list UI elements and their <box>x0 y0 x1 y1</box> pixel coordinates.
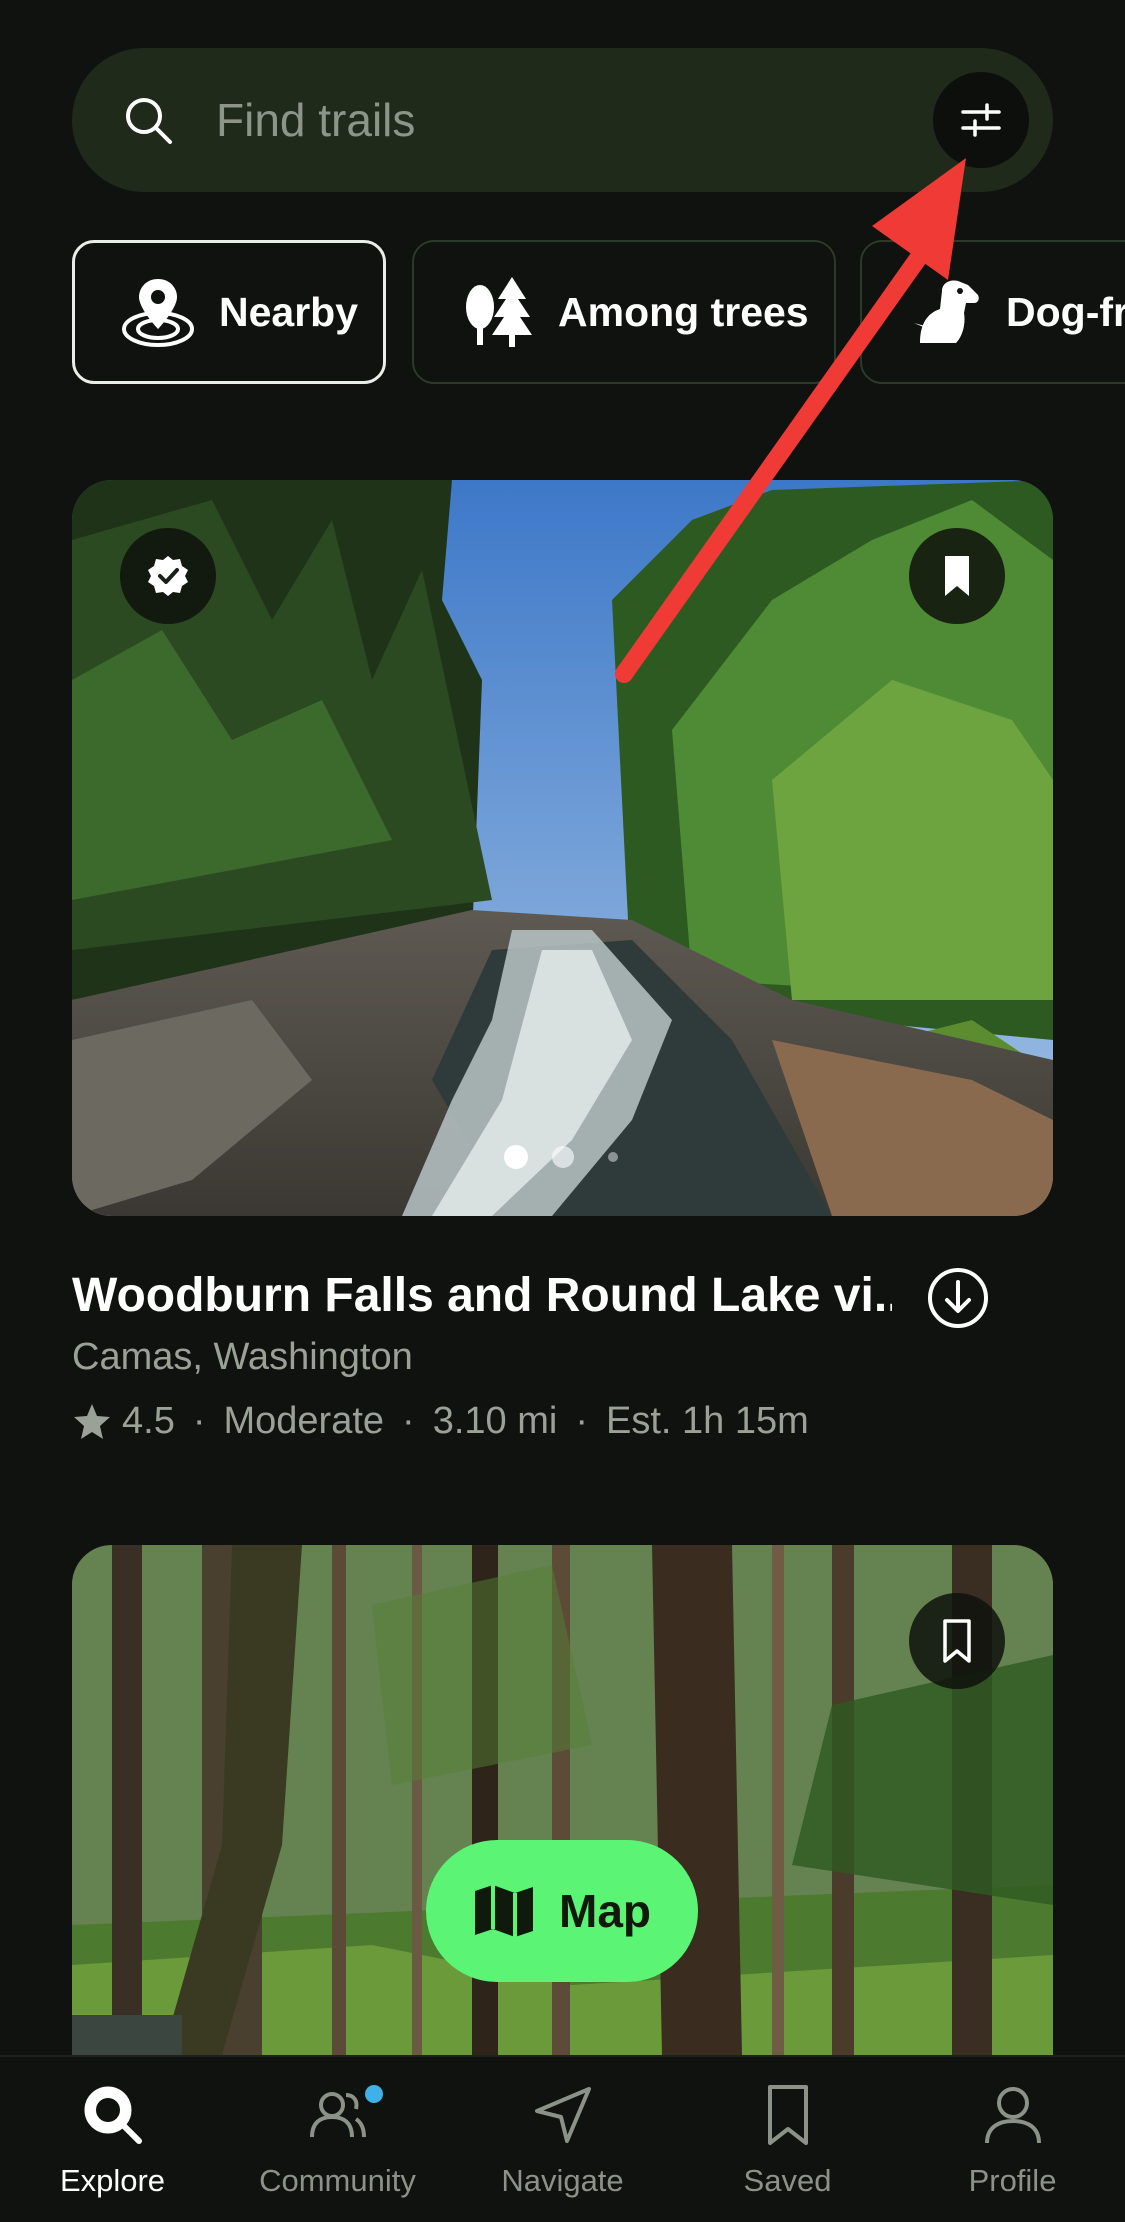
nav-label: Community <box>259 2163 416 2198</box>
search-icon <box>126 98 172 144</box>
trees-icon <box>466 277 532 347</box>
carousel-dot <box>608 1152 618 1162</box>
meta-separator: · <box>402 1400 415 1442</box>
sliders-icon <box>961 103 1001 137</box>
search-input[interactable]: Find trails <box>216 94 415 146</box>
nav-label: Explore <box>59 2163 166 2198</box>
notification-dot <box>365 2085 383 2103</box>
trail-distance: 3.10 mi <box>432 1400 558 1442</box>
nav-navigate[interactable]: Navigate <box>450 2083 675 2199</box>
map-button-label: Map <box>559 1885 651 1937</box>
bottom-nav: Explore Community Navigate Saved Profile <box>0 2055 1125 2222</box>
save-button[interactable] <box>909 1593 1005 1689</box>
bookmark-outline-icon <box>943 1619 971 1663</box>
forest-waterfall-photo <box>72 480 1053 1216</box>
map-icon <box>475 1885 533 1937</box>
profile-icon <box>984 2087 1041 2144</box>
map-button[interactable]: Map <box>426 1840 698 1982</box>
bookmark-filled-icon <box>945 556 969 596</box>
trail-title[interactable]: Woodburn Falls and Round Lake vi... <box>72 1268 892 1323</box>
chip-label: Dog-fr <box>1006 288 1125 335</box>
trail-estimate: Est. 1h 15m <box>605 1400 809 1442</box>
dog-icon <box>914 280 979 343</box>
chip-label: Nearby <box>219 288 359 335</box>
search-bar[interactable]: Find trails <box>72 48 1053 192</box>
community-icon <box>309 2092 366 2138</box>
star-icon <box>74 1403 110 1439</box>
chip-among-trees[interactable]: Among trees <box>412 240 836 384</box>
download-icon[interactable] <box>926 1266 990 1330</box>
chip-nearby[interactable]: Nearby <box>72 240 386 384</box>
meta-separator: · <box>192 1400 206 1442</box>
verified-icon <box>148 556 188 596</box>
chip-label: Among trees <box>558 288 809 335</box>
trail-difficulty: Moderate <box>223 1400 385 1442</box>
navigate-icon <box>534 2087 591 2143</box>
nav-profile[interactable]: Profile <box>900 2083 1125 2199</box>
chip-dog-friendly[interactable]: Dog-fr <box>860 240 1125 384</box>
nav-label: Saved <box>743 2163 832 2198</box>
carousel-dot-active <box>504 1145 528 1169</box>
bookmark-icon <box>767 2085 808 2145</box>
carousel-dots <box>72 1145 1053 1171</box>
save-button[interactable] <box>909 528 1005 624</box>
trail-photo[interactable] <box>72 480 1053 1216</box>
nav-label: Navigate <box>501 2163 624 2198</box>
nav-label: Profile <box>968 2163 1057 2198</box>
nav-community[interactable]: Community <box>225 2083 450 2199</box>
nav-saved[interactable]: Saved <box>675 2083 900 2199</box>
trail-location: Camas, Washington <box>72 1336 413 1378</box>
carousel-dot <box>552 1146 574 1168</box>
filter-button[interactable] <box>933 72 1029 168</box>
trail-meta: 4.5 · Moderate · 3.10 mi · Est. 1h 15m <box>72 1400 809 1443</box>
search-icon <box>84 2086 142 2144</box>
meta-separator: · <box>575 1400 588 1442</box>
nav-explore[interactable]: Explore <box>0 2083 225 2199</box>
verified-badge <box>120 528 216 624</box>
location-pin-icon <box>122 279 194 347</box>
category-chips: Nearby Among trees Dog-fr <box>72 240 1125 384</box>
trail-rating: 4.5 <box>122 1400 175 1442</box>
